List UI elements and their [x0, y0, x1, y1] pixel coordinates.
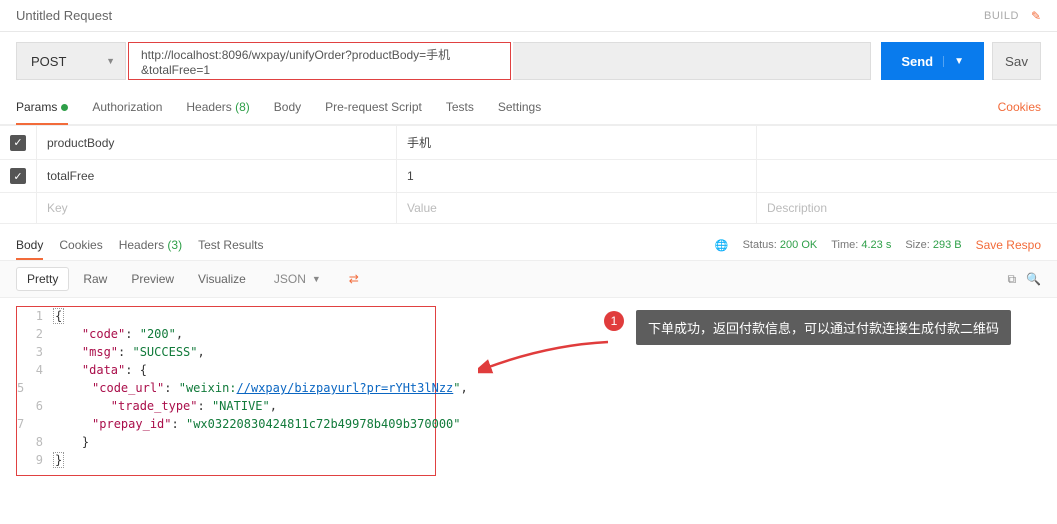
request-title: Untitled Request — [16, 8, 112, 23]
table-row-new: Key Value Description — [0, 193, 1057, 224]
time-label: Time: 4.23 s — [831, 239, 891, 251]
line-number: 1 — [17, 307, 53, 325]
chevron-down-icon: ▼ — [106, 56, 115, 66]
send-dropdown-icon[interactable]: ▼ — [943, 56, 964, 67]
line-number: 4 — [17, 361, 53, 379]
response-body[interactable]: 1{ 2 "code": "200", 3 "msg": "SUCCESS", … — [16, 306, 436, 476]
method-value: POST — [31, 54, 66, 69]
params-table: ✓ productBody 手机 ✓ totalFree 1 Key Value… — [0, 125, 1057, 224]
param-desc-cell[interactable] — [757, 160, 1057, 193]
tab-params[interactable]: Params — [16, 90, 68, 124]
param-desc-cell[interactable] — [757, 126, 1057, 160]
size-label: Size: 293 B — [905, 239, 961, 251]
param-value-cell[interactable]: 手机 — [397, 126, 757, 160]
send-button[interactable]: Send ▼ — [881, 42, 984, 80]
format-label: JSON — [274, 272, 306, 286]
params-active-dot — [61, 104, 68, 111]
resp-tab-body[interactable]: Body — [16, 230, 43, 260]
search-icon[interactable]: 🔍 — [1026, 272, 1041, 287]
tab-headers[interactable]: Headers (8) — [186, 90, 249, 124]
view-raw[interactable]: Raw — [73, 268, 117, 290]
status-label: Status: 200 OK — [743, 239, 818, 251]
param-key-placeholder[interactable]: Key — [37, 193, 397, 224]
tab-settings[interactable]: Settings — [498, 90, 541, 124]
line-number: 9 — [17, 451, 53, 469]
param-value-placeholder[interactable]: Value — [397, 193, 757, 224]
wrap-icon[interactable]: ⇄ — [341, 268, 367, 290]
copy-icon[interactable]: ⧉ — [1007, 272, 1016, 287]
checkbox-checked[interactable]: ✓ — [10, 168, 26, 184]
chevron-down-icon: ▼ — [312, 274, 321, 284]
method-dropdown[interactable]: POST ▼ — [16, 42, 126, 80]
tab-body[interactable]: Body — [274, 90, 301, 124]
view-pretty[interactable]: Pretty — [16, 267, 69, 291]
tab-headers-count: (8) — [235, 100, 250, 114]
line-number: 6 — [17, 397, 53, 415]
save-response-button[interactable]: Save Respo — [976, 238, 1041, 252]
url-text: http://localhost:8096/wxpay/unifyOrder?p… — [141, 46, 498, 77]
param-key-cell[interactable]: totalFree — [37, 160, 397, 193]
url-extension — [513, 42, 871, 80]
tab-tests[interactable]: Tests — [446, 90, 474, 124]
tab-authorization[interactable]: Authorization — [92, 90, 162, 124]
param-desc-placeholder[interactable]: Description — [757, 193, 1057, 224]
build-label: BUILD — [984, 10, 1019, 22]
cursor: { — [53, 308, 64, 324]
resp-tab-headers[interactable]: Headers (3) — [119, 230, 182, 260]
resp-headers-count: (3) — [167, 238, 182, 252]
send-label: Send — [901, 54, 933, 69]
edit-icon[interactable]: ✎ — [1031, 9, 1041, 23]
annotation-callout: 下单成功，返回付款信息，可以通过付款连接生成付款二维码 — [636, 310, 1011, 345]
line-number: 5 — [17, 379, 34, 397]
tab-headers-label: Headers — [186, 100, 231, 114]
tab-prerequest[interactable]: Pre-request Script — [325, 90, 422, 124]
checkbox-checked[interactable]: ✓ — [10, 135, 26, 151]
cookies-link[interactable]: Cookies — [998, 100, 1041, 114]
table-row: ✓ productBody 手机 — [0, 126, 1057, 160]
resp-headers-label: Headers — [119, 238, 164, 252]
annotation-badge: 1 — [604, 311, 624, 331]
format-dropdown[interactable]: JSON ▼ — [266, 268, 329, 290]
tab-params-label: Params — [16, 100, 57, 114]
save-button[interactable]: Sav — [992, 42, 1041, 80]
line-number: 8 — [17, 433, 53, 451]
resp-tab-cookies[interactable]: Cookies — [59, 230, 102, 260]
view-preview[interactable]: Preview — [121, 268, 184, 290]
view-visualize[interactable]: Visualize — [188, 268, 256, 290]
resp-tab-results[interactable]: Test Results — [198, 230, 263, 260]
annotation-arrow — [478, 340, 618, 380]
line-number: 3 — [17, 343, 53, 361]
table-row: ✓ totalFree 1 — [0, 160, 1057, 193]
param-value-cell[interactable]: 1 — [397, 160, 757, 193]
cursor: } — [53, 452, 64, 468]
param-key-cell[interactable]: productBody — [37, 126, 397, 160]
globe-icon[interactable]: 🌐 — [715, 239, 729, 252]
url-input[interactable]: http://localhost:8096/wxpay/unifyOrder?p… — [128, 42, 511, 80]
line-number: 2 — [17, 325, 53, 343]
line-number: 7 — [17, 415, 34, 433]
save-label: Sav — [1005, 54, 1028, 69]
